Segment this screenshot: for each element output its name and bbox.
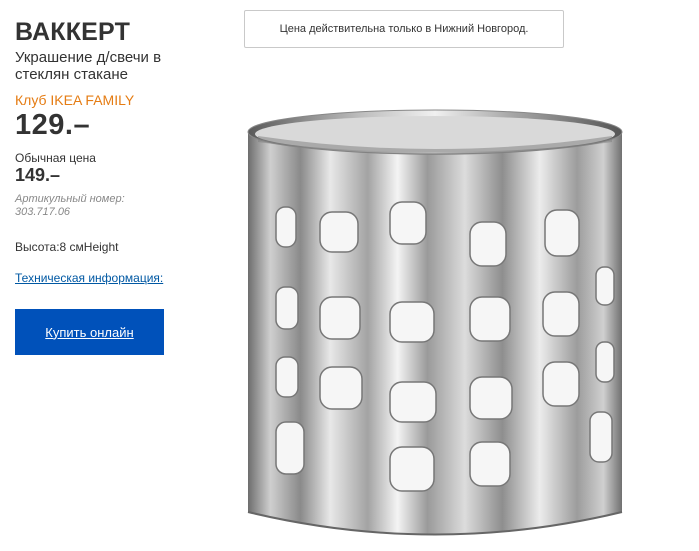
regular-price-label: Обычная цена	[15, 151, 96, 165]
product-info-panel: ВАККЕРТ Украшение д/свечи в стеклян стак…	[15, 18, 230, 355]
buy-online-button[interactable]: Купить онлайн	[15, 309, 164, 355]
price-region-notice: Цена действительна только в Нижний Новго…	[244, 10, 564, 48]
article-number-block: Артикульный номер: 303.717.06	[15, 193, 135, 219]
article-number-label: Артикульный номер:	[15, 193, 125, 205]
height-spec: Высота:8 смHeight	[15, 240, 119, 254]
family-price: 129.–	[15, 109, 91, 141]
ikea-family-label: Клуб IKEA FAMILY	[15, 92, 135, 108]
technical-info-link[interactable]: Техническая информация:	[15, 271, 163, 285]
product-description: Украшение д/свечи в стеклян стакане	[15, 49, 162, 83]
product-name: ВАККЕРТ	[15, 18, 131, 46]
regular-price: 149.–	[15, 165, 61, 185]
candle-holder-image	[247, 109, 623, 536]
article-number-value: 303.717.06	[15, 206, 71, 218]
